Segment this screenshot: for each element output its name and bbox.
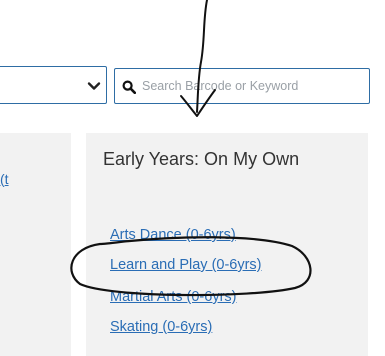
search-icon[interactable] (122, 80, 136, 94)
list-item: Martial Arts (0-6yrs) (110, 287, 262, 317)
link-martial-arts[interactable]: Martial Arts (0-6yrs) (110, 289, 237, 305)
list-item: Arts Dance (0-6yrs) (110, 225, 262, 255)
category-select[interactable] (0, 66, 107, 104)
link-skating[interactable]: Skating (0-6yrs) (110, 319, 212, 335)
search-input[interactable] (142, 75, 364, 97)
chevron-down-icon (87, 82, 101, 90)
link-arts-dance[interactable]: Arts Dance (0-6yrs) (110, 227, 236, 243)
panel-heading: Early Years: On My Own (103, 149, 300, 169)
search-box[interactable] (114, 68, 370, 104)
list-item: Learn and Play (0-6yrs) (110, 255, 262, 287)
link-learn-and-play[interactable]: Learn and Play (0-6yrs) (110, 257, 262, 273)
list-item: Skating (0-6yrs) (110, 317, 262, 347)
category-link-cropped[interactable]: t) (0, 171, 22, 187)
category-panel-left (0, 133, 71, 356)
category-link-list: Arts Dance (0-6yrs) Learn and Play (0-6y… (110, 225, 262, 347)
category-panel-early-years: Early Years: On My Own Arts Dance (0-6yr… (86, 133, 368, 356)
page: t) Early Years: On My Own Arts Dance (0-… (0, 0, 385, 356)
